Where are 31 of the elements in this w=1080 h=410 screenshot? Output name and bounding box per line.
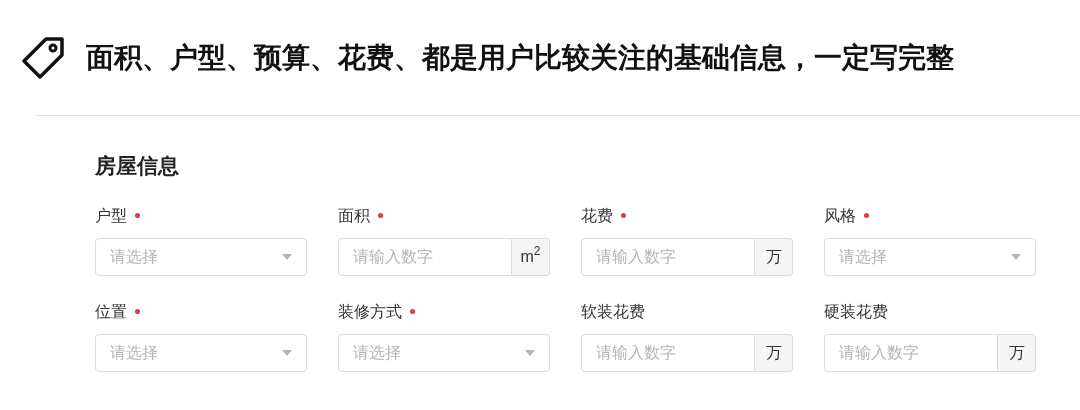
select-field[interactable]: 请选择 <box>338 333 550 372</box>
field-label: 硬装花费 <box>824 301 888 322</box>
number-input-field[interactable]: 请输入数字 <box>338 237 512 276</box>
caret-icon <box>282 253 292 260</box>
field-label: 软装花费 <box>581 301 645 322</box>
number-input-field[interactable]: 请输入数字 <box>824 333 998 372</box>
select-placeholder: 请选择 <box>110 246 158 267</box>
unit-label: 万 <box>755 237 793 276</box>
unit-label: m$^{2}$ <box>512 237 550 276</box>
section-title: 房屋信息 <box>95 153 179 179</box>
unit-label: 万 <box>755 333 793 372</box>
select-field[interactable]: 请选择 <box>95 237 307 276</box>
select-field[interactable]: 请选择 <box>824 237 1036 276</box>
select-placeholder: 请选择 <box>110 342 158 363</box>
select-placeholder: 请选择 <box>839 246 887 267</box>
select-placeholder: 请选择 <box>353 342 401 363</box>
number-input-field[interactable]: 请输入数字 <box>581 333 755 372</box>
tag-icon <box>20 34 66 81</box>
headline: 面积、户型、预算、花费、都是用户比较关注的基础信息，一定写完整 <box>86 40 954 75</box>
caret-icon <box>282 349 292 356</box>
caret-icon <box>525 349 535 356</box>
number-input-field[interactable]: 请输入数字 <box>581 237 755 276</box>
field-label: 装修方式 <box>338 301 402 322</box>
select-field[interactable]: 请选择 <box>95 333 307 372</box>
field-label: 户型 <box>95 205 127 226</box>
unit-label: 万 <box>998 333 1036 372</box>
field-label: 位置 <box>95 301 127 322</box>
field-label: 风格 <box>824 205 856 226</box>
field-label: 花费 <box>581 205 613 226</box>
caret-icon <box>1011 253 1021 260</box>
field-label: 面积 <box>338 205 370 226</box>
